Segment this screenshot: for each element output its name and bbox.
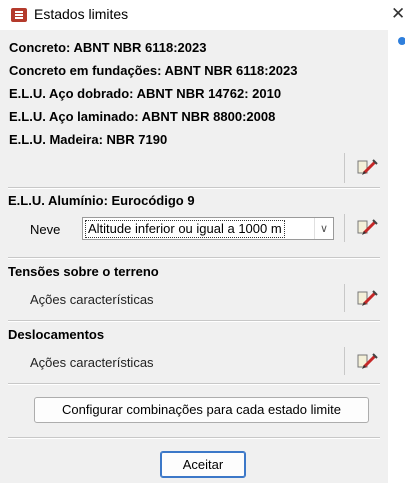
neve-select-value: Altitude inferior ou igual a 1000 m — [85, 220, 285, 238]
aceitar-button[interactable]: Aceitar — [160, 451, 246, 478]
divider — [8, 257, 380, 259]
divider — [344, 214, 345, 242]
divider — [8, 383, 380, 385]
neve-select[interactable]: Altitude inferior ou igual a 1000 m ∨ — [82, 217, 334, 240]
deslocamentos-subtitle: Ações características — [30, 355, 154, 370]
divider — [8, 187, 380, 189]
edit-deslocamentos-button[interactable] — [356, 352, 378, 372]
divider — [8, 437, 380, 439]
window-title: Estados limites — [34, 6, 129, 22]
edit-pencil-icon — [357, 290, 378, 306]
divider — [344, 347, 345, 375]
configurar-combinacoes-button[interactable]: Configurar combinações para cada estado … — [34, 397, 369, 423]
aluminio-title: E.L.U. Alumínio: Eurocódigo 9 — [8, 193, 195, 208]
tensoes-subtitle: Ações características — [30, 292, 154, 307]
title-bar: Estados limites ✕ — [0, 0, 405, 30]
edit-tensoes-button[interactable] — [356, 289, 378, 309]
edit-pencil-icon — [357, 353, 378, 369]
edit-pencil-icon — [357, 219, 378, 235]
chevron-down-icon[interactable]: ∨ — [314, 218, 333, 239]
close-icon[interactable]: ✕ — [391, 4, 405, 24]
edge-icon — [398, 37, 405, 45]
neve-label: Neve — [30, 222, 61, 237]
divider — [344, 153, 345, 183]
norm-aco-laminado: E.L.U. Aço laminado: ABNT NBR 8800:2008 — [9, 109, 276, 124]
norm-concreto-fundacoes: Concreto em fundações: ABNT NBR 6118:202… — [9, 63, 298, 78]
norms-list: Concreto: ABNT NBR 6118:2023 Concreto em… — [9, 36, 298, 151]
edit-norms-button[interactable] — [356, 158, 378, 178]
tensoes-title: Tensões sobre o terreno — [8, 264, 159, 279]
norm-aco-dobrado: E.L.U. Aço dobrado: ABNT NBR 14762: 2010 — [9, 86, 282, 101]
app-icon — [11, 8, 27, 22]
divider — [344, 284, 345, 312]
divider — [8, 320, 380, 322]
norm-concreto: Concreto: ABNT NBR 6118:2023 — [9, 40, 207, 55]
edit-aluminio-button[interactable] — [356, 218, 378, 238]
edit-pencil-icon — [357, 159, 378, 175]
norm-madeira: E.L.U. Madeira: NBR 7190 — [9, 132, 168, 147]
deslocamentos-title: Deslocamentos — [8, 327, 105, 342]
